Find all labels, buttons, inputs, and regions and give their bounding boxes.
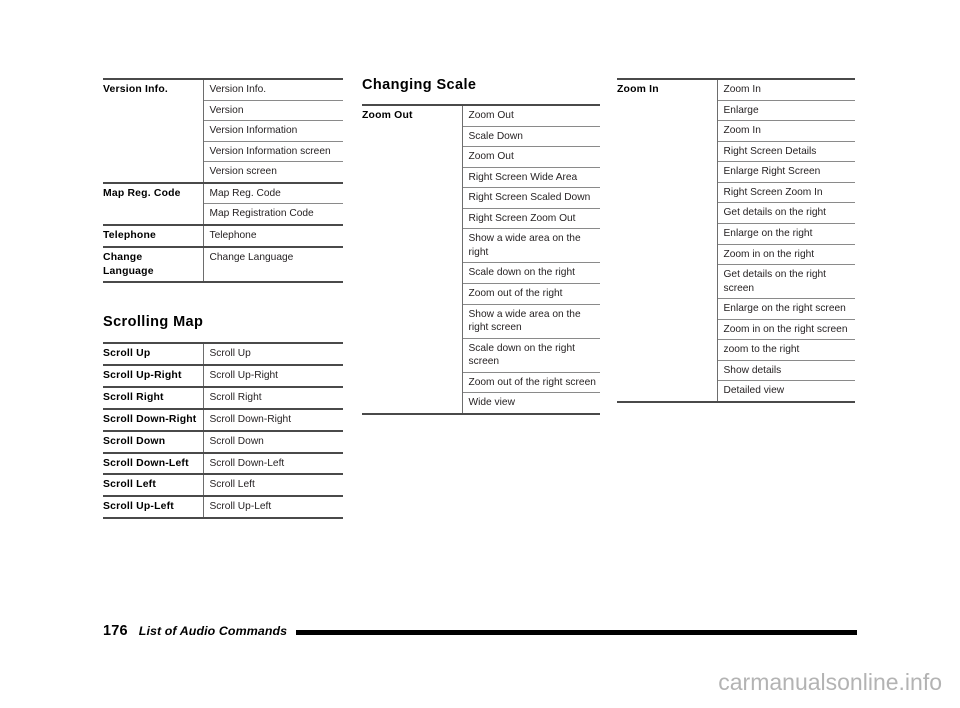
command-name-cell: Zoom Out [362, 109, 413, 121]
command-phrase-cell: Scroll Down [202, 429, 343, 453]
command-phrase-cell: Scroll Left [202, 473, 343, 497]
command-phrase-cell: Enlarge on the right screen [716, 298, 855, 320]
table-row: Scroll Down Scroll Down [103, 429, 343, 453]
command-phrase-cell: Right Screen Zoom Out [461, 207, 600, 229]
command-phrase-cell: Enlarge Right Screen [716, 161, 855, 183]
command-phrase-cell: Zoom out of the right screen [461, 371, 600, 393]
command-phrase-cell: zoom to the right [716, 339, 855, 361]
command-name-cell: Map Reg. Code [103, 181, 203, 225]
command-phrase-cell: Version screen [202, 161, 343, 183]
command-phrase-cell: Zoom Out [461, 104, 600, 126]
right-column: Zoom In Zoom In Enlarge Zoom In Right Sc… [617, 78, 855, 403]
command-phrase-cell: Enlarge on the right [716, 222, 855, 244]
section-heading-changing-scale: Changing Scale [362, 77, 477, 93]
version-info-command-table: Version Info. Version Info. Version Vers… [103, 78, 343, 284]
command-phrase-cell: Scroll Up-Right [202, 364, 343, 388]
command-phrase-cell: Detailed view [716, 380, 855, 402]
table-row: Telephone Telephone [103, 223, 343, 247]
command-phrase-cell: Right Screen Scaled Down [461, 187, 600, 209]
table-row: Change Language Change Language [103, 245, 343, 283]
command-phrase-cell: Enlarge [716, 99, 855, 121]
command-phrase-cell: Scroll Down-Left [202, 451, 343, 475]
command-phrase-cell: Right Screen Details [716, 140, 855, 162]
command-name-cell: Scroll Up-Right [103, 364, 203, 388]
command-phrase-cell: Get details on the right [716, 202, 855, 224]
command-phrase-cell: Scale down on the right [461, 262, 600, 284]
command-phrase-cell: Map Reg. Code [202, 181, 343, 204]
watermark: carmanualsonline.info [718, 669, 942, 695]
command-name-cell: Scroll Down-Left [103, 451, 203, 475]
table-row: Zoom In Zoom In [617, 79, 855, 101]
command-name-cell: Scroll Left [103, 473, 203, 497]
command-name-line-2: Language [103, 265, 154, 277]
command-phrase-cell: Version Info. [202, 79, 343, 101]
command-phrase-cell: Change Language [202, 245, 343, 283]
table-row: Scroll Down-Left Scroll Down-Left [103, 451, 343, 475]
table-row: Scroll Down-Right Scroll Down-Right [103, 407, 343, 431]
command-phrase-cell: Zoom in on the right screen [716, 318, 855, 340]
command-phrase-cell: Version Information screen [202, 140, 343, 162]
scrolling-map-command-table: Scroll Up Scroll Up Scroll Up-Right Scro… [103, 342, 343, 519]
page-footer: 176 List of Audio Commands [103, 622, 857, 640]
command-phrase-cell: Zoom in on the right [716, 243, 855, 265]
table-row: Zoom Out Zoom Out [362, 104, 600, 126]
command-phrase-cell: Wide view [461, 392, 600, 414]
section-heading-scrolling-map: Scrolling Map [103, 314, 204, 331]
command-phrase-cell: Map Registration Code [202, 203, 343, 225]
command-phrase-cell: Show details [716, 359, 855, 381]
command-name-cell: Change Language [103, 245, 203, 283]
command-phrase-cell: Telephone [202, 223, 343, 247]
command-phrase-cell: Zoom In [716, 79, 855, 101]
command-phrase-cell: Scroll Up [202, 343, 343, 366]
command-phrase-cell: Right Screen Wide Area [461, 166, 600, 188]
command-phrase-cell: Version Information [202, 120, 343, 142]
command-name-cell: Zoom In [617, 84, 659, 95]
command-phrase-cell: Scroll Up-Left [202, 495, 343, 518]
command-phrase-cell: Zoom Out [461, 146, 600, 168]
command-phrase-cell: Get details on the right screen [716, 264, 855, 299]
command-name-cell: Scroll Right [103, 386, 203, 409]
command-phrase-cell: Scroll Down-Right [202, 407, 343, 431]
table-row: Scroll Up-Right Scroll Up-Right [103, 364, 343, 388]
command-phrase-cell: Scroll Right [202, 386, 343, 409]
command-phrase-cell: Scale Down [461, 125, 600, 147]
command-phrase-cell: Version [202, 99, 343, 121]
footer-chapter-title: List of Audio Commands [138, 624, 288, 638]
command-phrase-cell: Show a wide area on the right screen [461, 303, 600, 339]
command-name-cell: Version Info. [103, 84, 168, 95]
zoom-in-command-table: Zoom In Zoom In Enlarge Zoom In Right Sc… [617, 78, 855, 403]
command-name-cell: Scroll Down-Right [103, 407, 203, 431]
command-phrase-cell: Show a wide area on the right [461, 228, 600, 263]
command-phrase-cell: Zoom out of the right [461, 283, 600, 305]
command-phrase-cell: Scale down on the right screen [461, 337, 600, 373]
manual-page: Version Info. Version Info. Version Vers… [0, 0, 960, 708]
left-column: Version Info. Version Info. Version Vers… [103, 78, 343, 519]
table-row: Scroll Up-Left Scroll Up-Left [103, 495, 343, 518]
command-phrase-cell: Zoom In [716, 120, 855, 142]
footer-rule [296, 630, 857, 635]
page-number: 176 [103, 623, 128, 639]
middle-column: Changing Scale Zoom Out Zoom Out Scale D… [362, 77, 600, 415]
command-name-cell: Scroll Down [103, 429, 203, 453]
table-row: Scroll Left Scroll Left [103, 473, 343, 497]
zoom-out-command-table: Zoom Out Zoom Out Scale Down Zoom Out Ri… [362, 103, 600, 415]
table-row: Scroll Right Scroll Right [103, 386, 343, 409]
command-name-cell: Telephone [103, 223, 203, 247]
command-name-cell: Scroll Up [103, 348, 151, 360]
table-row: Version Info. Version Info. [103, 79, 343, 101]
command-name-line-1: Change [103, 251, 143, 263]
table-row: Scroll Up Scroll Up [103, 343, 343, 366]
table-row: Map Reg. Code Map Reg. Code [103, 181, 343, 225]
command-name-cell: Scroll Up-Left [103, 495, 203, 518]
command-phrase-cell: Right Screen Zoom In [716, 181, 855, 203]
